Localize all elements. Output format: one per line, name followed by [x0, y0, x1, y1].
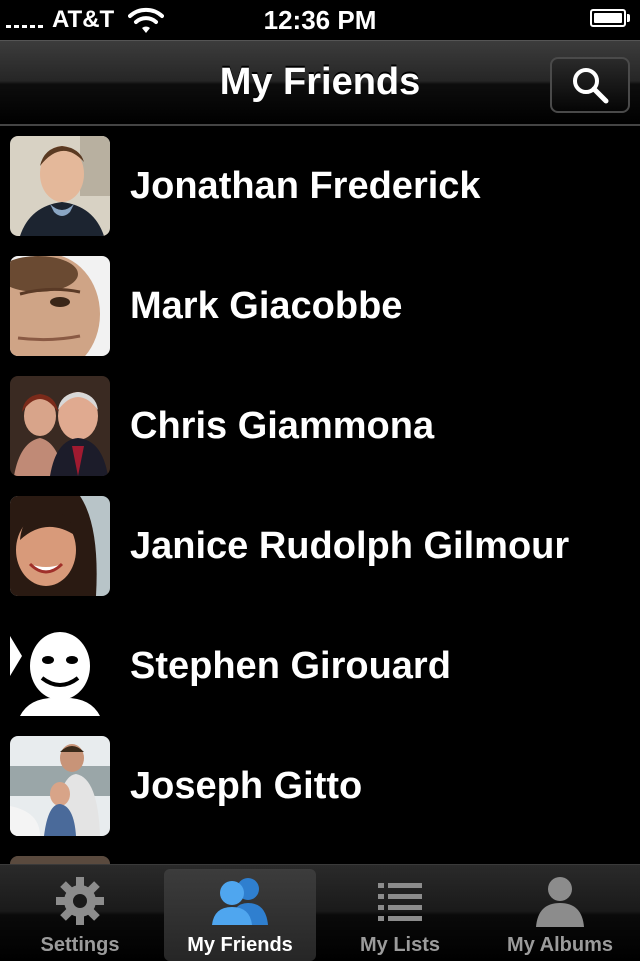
avatar: [10, 376, 110, 476]
list-item[interactable]: [0, 846, 640, 864]
tab-my-lists[interactable]: My Lists: [324, 869, 476, 961]
gear-icon: [4, 873, 156, 929]
list-item[interactable]: Joseph Gitto: [0, 726, 640, 846]
tab-label: Settings: [40, 934, 120, 956]
avatar: [10, 256, 110, 356]
friend-name: Stephen Girouard: [130, 645, 451, 687]
friends-icon: [164, 873, 316, 929]
tab-label: My Lists: [359, 934, 441, 956]
search-icon: [573, 68, 609, 104]
list-item[interactable]: Chris Giammona: [0, 366, 640, 486]
friend-name: Jonathan Frederick: [130, 165, 481, 207]
friend-name: Mark Giacobbe: [130, 285, 403, 327]
status-time: 12:36 PM: [263, 5, 377, 35]
page-title: My Friends: [219, 61, 421, 103]
friend-name: Janice Rudolph Gilmour: [130, 525, 570, 567]
avatar: [10, 616, 110, 716]
list-item[interactable]: Mark Giacobbe: [0, 246, 640, 366]
tab-bar: Settings My Friends My Lists My Albums: [0, 864, 640, 961]
status-bar: AT&T 12:36 PM: [0, 0, 640, 40]
avatar: [10, 736, 110, 836]
list-item[interactable]: Jonathan Frederick: [0, 126, 640, 246]
navigation-bar: My Friends: [0, 40, 640, 126]
list-icon: [324, 873, 476, 929]
tab-settings[interactable]: Settings: [4, 869, 156, 961]
battery-icon: [590, 9, 630, 27]
tab-my-albums[interactable]: My Albums: [484, 869, 636, 961]
tab-label: My Friends: [187, 934, 293, 956]
search-button[interactable]: [550, 57, 630, 113]
friend-name: Chris Giammona: [130, 405, 435, 447]
tab-label: My Albums: [507, 934, 613, 956]
list-item[interactable]: Janice Rudolph Gilmour: [0, 486, 640, 606]
avatar: [10, 136, 110, 236]
friends-list[interactable]: Jonathan Frederick Mark Giacobbe Chris G…: [0, 126, 640, 864]
list-item[interactable]: Stephen Girouard: [0, 606, 640, 726]
avatar: [10, 856, 110, 864]
friend-name: Joseph Gitto: [130, 765, 363, 807]
person-icon: [484, 873, 636, 929]
tab-my-friends[interactable]: My Friends: [164, 869, 316, 961]
avatar: [10, 496, 110, 596]
